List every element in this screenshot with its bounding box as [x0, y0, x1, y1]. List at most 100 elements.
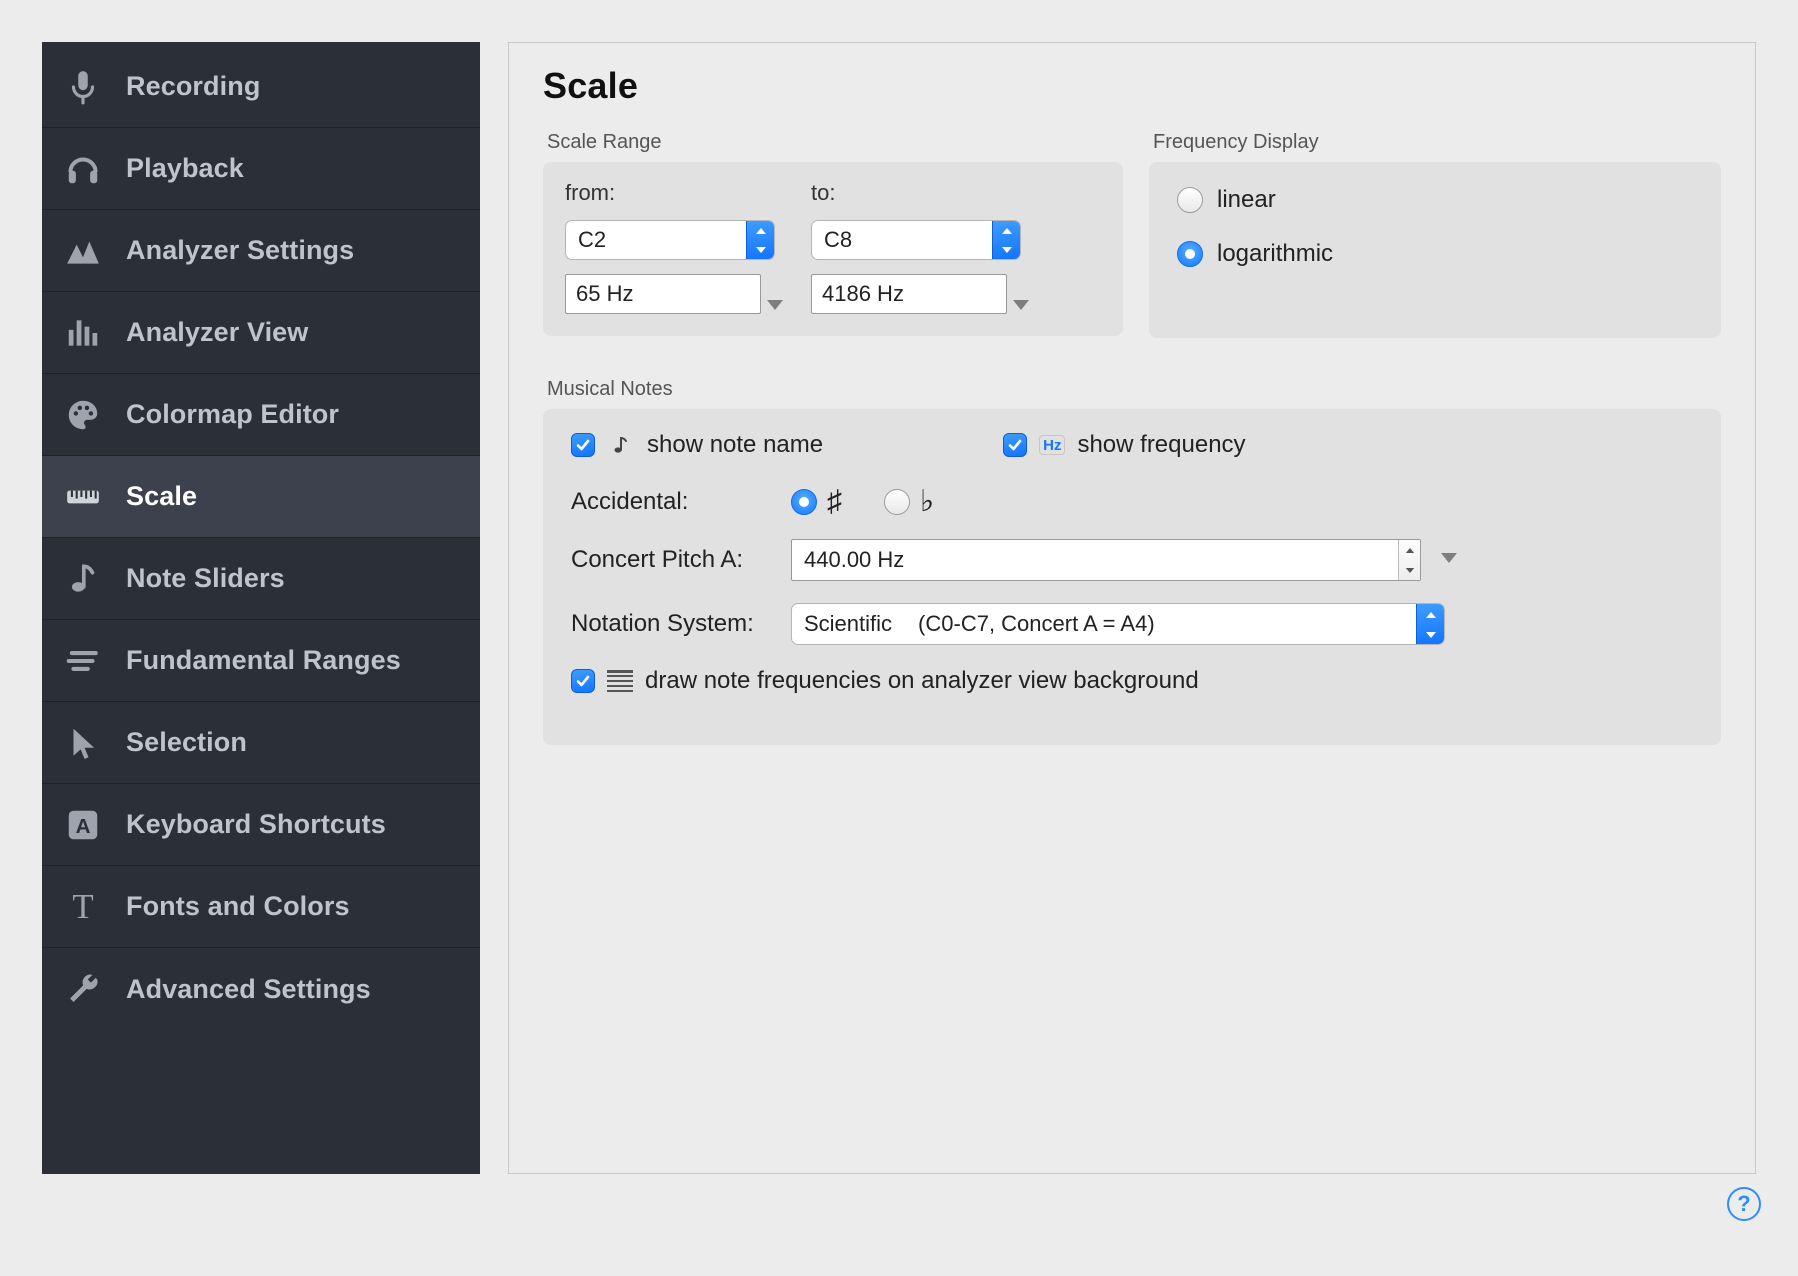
sidebar-item-advanced-settings[interactable]: Advanced Settings — [42, 948, 480, 1030]
sidebar-item-colormap-editor[interactable]: Colormap Editor — [42, 374, 480, 456]
sidebar-item-analyzer-settings[interactable]: Analyzer Settings — [42, 210, 480, 292]
hz-icon: Hz — [1039, 435, 1065, 455]
stepper-icon[interactable] — [1398, 540, 1420, 580]
accidental-row: Accidental: ♯ ♭ — [571, 487, 1693, 517]
sidebar-item-label: Colormap Editor — [126, 399, 339, 430]
group-label: Scale Range — [547, 131, 1123, 154]
preferences-window: Recording Playback Analyzer Settings Ana… — [42, 42, 1756, 1174]
ruler-icon — [56, 478, 110, 516]
checkbox-label: show frequency — [1077, 431, 1245, 459]
sidebar: Recording Playback Analyzer Settings Ana… — [42, 42, 480, 1174]
sidebar-item-fundamental-ranges[interactable]: Fundamental Ranges — [42, 620, 480, 702]
radio-label: logarithmic — [1217, 240, 1333, 268]
page-title: Scale — [543, 65, 1721, 107]
waveform-icon — [56, 232, 110, 270]
to-label: to: — [811, 180, 1029, 206]
concert-pitch-row: Concert Pitch A: 440.00 Hz — [571, 539, 1693, 581]
sidebar-item-note-sliders[interactable]: Note Sliders — [42, 538, 480, 620]
music-note-icon — [56, 560, 110, 598]
sidebar-item-label: Advanced Settings — [126, 974, 371, 1005]
concert-pitch-input[interactable]: 440.00 Hz — [791, 539, 1421, 581]
scale-range-section: Scale Range from: C2 — [543, 131, 1123, 338]
notation-system-row: Notation System: Scientific (C0-C7, Conc… — [571, 603, 1693, 645]
accidental-flat-radio[interactable]: ♭ — [884, 487, 958, 517]
sidebar-item-label: Fundamental Ranges — [126, 645, 401, 676]
stepper-icon[interactable] — [992, 221, 1020, 259]
bars-icon — [56, 314, 110, 352]
sidebar-item-label: Recording — [126, 71, 260, 102]
sharp-symbol: ♯ — [827, 487, 842, 517]
show-frequency-checkbox[interactable]: Hz show frequency — [1003, 431, 1245, 459]
radio-icon — [1177, 241, 1203, 267]
checkbox-label: draw note frequencies on analyzer view b… — [645, 667, 1199, 695]
headphones-icon — [56, 150, 110, 188]
checkbox-icon — [571, 433, 595, 457]
sidebar-item-fonts-and-colors[interactable]: Fonts and Colors — [42, 866, 480, 948]
show-note-name-checkbox[interactable]: show note name — [571, 431, 823, 459]
sidebar-item-label: Note Sliders — [126, 563, 285, 594]
sidebar-item-label: Analyzer View — [126, 317, 308, 348]
radio-icon — [884, 489, 910, 515]
accidental-sharp-radio[interactable]: ♯ — [791, 487, 866, 517]
help-button[interactable]: ? — [1727, 1187, 1761, 1221]
radio-icon — [791, 489, 817, 515]
sidebar-item-scale[interactable]: Scale — [42, 456, 480, 538]
wrench-icon — [56, 970, 110, 1008]
sidebar-item-analyzer-view[interactable]: Analyzer View — [42, 292, 480, 374]
sidebar-item-keyboard-shortcuts[interactable]: Keyboard Shortcuts — [42, 784, 480, 866]
to-hz-value: 4186 Hz — [822, 281, 904, 307]
checkbox-icon — [1003, 433, 1027, 457]
flat-symbol: ♭ — [920, 487, 934, 517]
musical-notes-section: Musical Notes show note name Hz show fre… — [543, 378, 1721, 745]
radio-label: linear — [1217, 186, 1276, 214]
sidebar-item-label: Selection — [126, 727, 247, 758]
from-label: from: — [565, 180, 783, 206]
cursor-icon — [56, 724, 110, 762]
staff-lines-icon — [607, 670, 633, 692]
notation-system-select[interactable]: Scientific (C0-C7, Concert A = A4) — [791, 603, 1445, 645]
stepper-icon[interactable] — [1416, 604, 1444, 644]
sidebar-item-selection[interactable]: Selection — [42, 702, 480, 784]
from-hz-input[interactable]: 65 Hz — [565, 274, 761, 314]
to-note-value: C8 — [812, 221, 992, 259]
notation-label: Notation System: — [571, 610, 771, 638]
scale-panel: Scale Scale Range from: C2 — [508, 42, 1756, 1174]
stepper-icon[interactable] — [746, 221, 774, 259]
from-note-select[interactable]: C2 — [565, 220, 775, 260]
keyboard-key-icon — [56, 806, 110, 844]
from-note-value: C2 — [566, 221, 746, 259]
disclosure-icon[interactable] — [767, 300, 783, 310]
sidebar-item-label: Keyboard Shortcuts — [126, 809, 386, 840]
lines-icon — [56, 642, 110, 680]
frequency-display-section: Frequency Display linear logarithmic — [1149, 131, 1721, 338]
freq-logarithmic-radio[interactable]: logarithmic — [1177, 240, 1699, 268]
notation-value-primary: Scientific — [804, 611, 892, 637]
to-hz-input[interactable]: 4186 Hz — [811, 274, 1007, 314]
concert-pitch-label: Concert Pitch A: — [571, 546, 771, 574]
freq-linear-radio[interactable]: linear — [1177, 186, 1699, 214]
group-label: Frequency Display — [1153, 131, 1721, 154]
help-label: ? — [1737, 1191, 1750, 1217]
sidebar-item-label: Playback — [126, 153, 244, 184]
sidebar-item-label: Fonts and Colors — [126, 891, 350, 922]
sidebar-item-playback[interactable]: Playback — [42, 128, 480, 210]
draw-note-bg-checkbox[interactable]: draw note frequencies on analyzer view b… — [571, 667, 1199, 695]
to-note-select[interactable]: C8 — [811, 220, 1021, 260]
radio-icon — [1177, 187, 1203, 213]
music-note-icon — [607, 431, 635, 459]
disclosure-icon[interactable] — [1441, 553, 1457, 563]
from-hz-value: 65 Hz — [576, 281, 633, 307]
sidebar-item-label: Analyzer Settings — [126, 235, 354, 266]
microphone-icon — [56, 68, 110, 106]
sidebar-item-recording[interactable]: Recording — [42, 46, 480, 128]
disclosure-icon[interactable] — [1013, 300, 1029, 310]
concert-pitch-value: 440.00 Hz — [792, 540, 1398, 580]
group-label: Musical Notes — [547, 378, 1721, 401]
accidental-label: Accidental: — [571, 488, 771, 516]
typography-icon — [56, 888, 110, 926]
sidebar-item-label: Scale — [126, 481, 197, 512]
checkbox-label: show note name — [647, 431, 823, 459]
checkbox-icon — [571, 669, 595, 693]
notation-value-secondary: (C0-C7, Concert A = A4) — [918, 611, 1155, 637]
palette-icon — [56, 396, 110, 434]
